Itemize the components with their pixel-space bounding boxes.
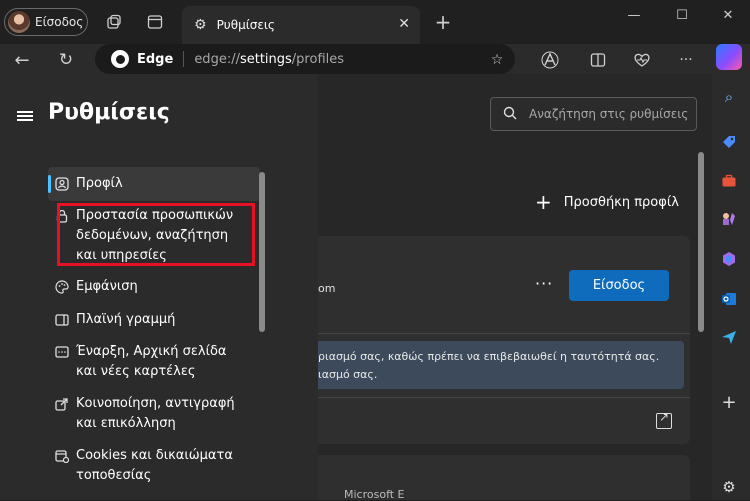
palette-icon	[48, 277, 76, 297]
sidebar-item-start-home[interactable]: Έναρξη, Αρχική σελίδα και νέες καρτέλες	[48, 342, 260, 382]
add-sidebar-app-icon[interactable]: +	[718, 391, 740, 413]
more-menu-icon[interactable]: ···	[676, 50, 696, 70]
active-indicator	[48, 175, 51, 193]
sidebar-item-appearance[interactable]: Εμφάνιση	[48, 277, 260, 297]
workspaces-icon[interactable]	[104, 12, 124, 32]
split-screen-icon[interactable]	[588, 50, 608, 70]
back-icon[interactable]: ←	[12, 50, 32, 71]
sidebar-item-label: Έναρξη, Αρχική σελίδα και νέες καρτέλες	[76, 344, 227, 379]
close-window-button[interactable]: ✕	[706, 4, 750, 26]
refresh-icon[interactable]: ↻	[56, 50, 76, 70]
highlight-box	[57, 203, 255, 266]
nav-scrollbar[interactable]	[259, 172, 265, 332]
card-divider	[318, 397, 690, 398]
shopping-tag-icon[interactable]	[718, 131, 740, 153]
favorite-star-icon[interactable]: ☆	[487, 50, 507, 70]
browser-essentials-icon[interactable]	[632, 50, 652, 70]
profile-label: Είσοδος	[35, 15, 84, 29]
sidebar-item-label: Εμφάνιση	[76, 279, 138, 294]
edge-logo-icon	[111, 50, 129, 68]
minimize-button[interactable]: —	[612, 4, 656, 26]
maximize-button[interactable]: ☐	[660, 4, 704, 26]
gear-icon: ⚙	[194, 17, 207, 33]
tab-settings[interactable]: ⚙ Ρυθμίσεις ✕	[182, 6, 420, 44]
address-bar[interactable]: Edge edge:// settings /profiles	[95, 44, 515, 74]
add-profile-button[interactable]: + Προσθήκη προφίλ	[535, 190, 679, 214]
sidebar-item-label: Κοινοποίηση, αντιγραφή και επικόλληση	[76, 396, 235, 431]
hamburger-menu-icon[interactable]	[17, 111, 33, 121]
tools-briefcase-icon[interactable]	[718, 170, 740, 192]
home-tabs-icon	[48, 342, 76, 362]
sidebar-item-label: Πλαϊνή γραμμή	[76, 312, 176, 327]
sidebar-item-cookies[interactable]: Cookies και δικαιώματα τοποθεσίας	[48, 446, 260, 486]
sync-notice: ριασμό σας, καθώς πρέπει να επιβεβαιωθεί…	[318, 341, 684, 389]
sidebar-search-icon[interactable]: ⌕	[718, 86, 740, 108]
sidebar-settings-gear-icon[interactable]: ⚙	[718, 476, 740, 498]
notice-line-2: ιασμό σας.	[318, 368, 378, 381]
search-placeholder: Αναζήτηση στις ρυθμίσεις	[529, 107, 689, 121]
card-divider	[318, 333, 690, 334]
tab-actions-icon[interactable]	[145, 12, 165, 32]
profile-email: om	[318, 282, 336, 295]
tab-title: Ρυθμίσεις	[216, 18, 275, 32]
url-host: settings	[239, 51, 292, 67]
settings-search-input[interactable]: Αναζήτηση στις ρυθμίσεις	[490, 97, 697, 131]
sidebar-icon	[48, 310, 76, 330]
copilot-icon[interactable]	[716, 44, 742, 70]
plus-icon: +	[535, 190, 552, 214]
address-separator	[183, 51, 185, 67]
sidebar-item-label: Προφίλ	[76, 176, 123, 191]
edge-sidebar	[712, 44, 750, 500]
add-profile-label: Προσθήκη προφίλ	[563, 194, 679, 210]
profile-button[interactable]: Είσοδος	[4, 8, 88, 36]
content-scrollbar[interactable]	[698, 152, 704, 332]
sidebar-item-label: Cookies και δικαιώματα τοποθεσίας	[76, 448, 233, 483]
page-title: Ρυθμίσεις	[48, 100, 170, 125]
office-icon[interactable]	[718, 248, 740, 270]
send-drop-icon[interactable]	[718, 326, 740, 348]
sidebar-item-profiles[interactable]: Προφίλ	[48, 167, 260, 201]
notice-line-1: ριασμό σας, καθώς πρέπει να επιβεβαιωθεί…	[318, 350, 660, 363]
cookie-icon	[48, 446, 76, 466]
search-icon	[503, 105, 517, 124]
url-path: /profiles	[291, 51, 345, 67]
outlook-icon[interactable]	[718, 288, 740, 310]
second-card-text: Microsoft E	[344, 488, 405, 501]
profile-icon	[48, 174, 76, 194]
profile-card	[318, 236, 690, 444]
share-icon	[48, 394, 76, 414]
avatar	[8, 11, 30, 33]
new-tab-icon[interactable]: +	[433, 10, 453, 34]
tab-close-icon[interactable]: ✕	[398, 16, 410, 32]
sidebar-item-share[interactable]: Κοινοποίηση, αντιγραφή και επικόλληση	[48, 394, 260, 434]
games-icon[interactable]	[718, 208, 740, 230]
more-options-button[interactable]: ···	[535, 274, 553, 293]
external-link-icon[interactable]	[656, 410, 672, 429]
signin-button[interactable]: Είσοδος	[569, 270, 669, 301]
address-brand: Edge	[137, 51, 174, 67]
read-aloud-icon[interactable]	[540, 50, 560, 70]
sidebar-item-sidebar[interactable]: Πλαϊνή γραμμή	[48, 310, 260, 330]
url-prefix: edge://	[194, 51, 240, 67]
